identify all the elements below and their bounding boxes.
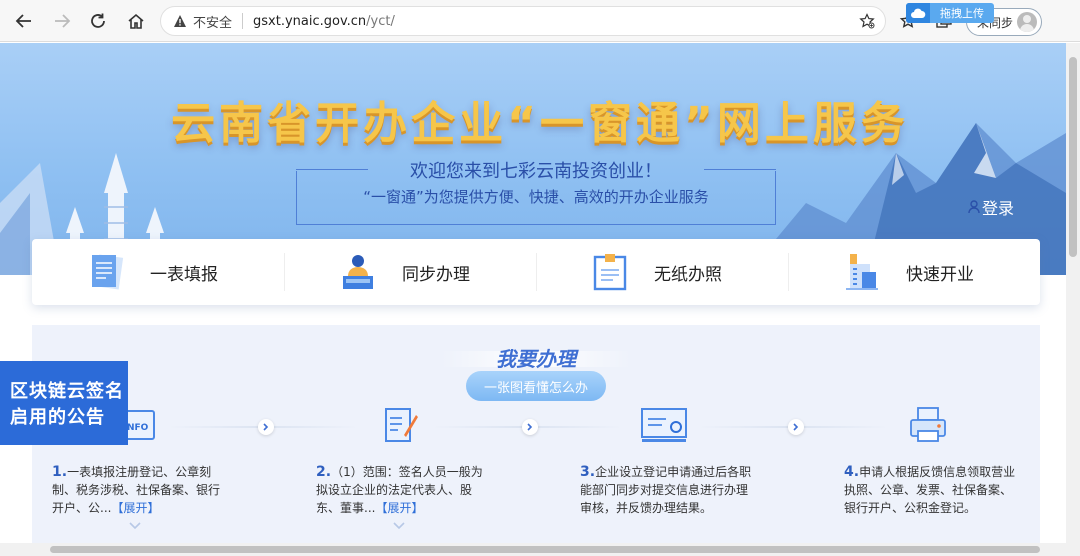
forward-arrow-icon <box>55 14 71 28</box>
sign-form-icon <box>385 408 418 442</box>
printer-icon <box>910 407 946 442</box>
scrollbar-thumb[interactable] <box>1069 57 1077 257</box>
user-icon <box>968 200 980 214</box>
forward-button[interactable] <box>50 9 74 33</box>
hero-title: 云南省开办企业“一窗通”网上服务 <box>171 98 909 149</box>
process-step-1: 1.一表填报注册登记、公章刻制、税务涉税、社保备案、银行开户、公...【展开】 <box>52 463 228 517</box>
welcome-text: 欢迎您来到七彩云南投资创业！ <box>296 157 776 183</box>
feature-item-sync[interactable]: 同步办理 <box>284 239 536 305</box>
back-arrow-icon <box>15 14 31 28</box>
feature-bar: 一表填报 同步办理 无纸办照 快速开业 <box>32 239 1040 305</box>
page-viewport: 云南省开办企业“一窗通”网上服务 欢迎您来到七彩云南投资创业！ “一窗通”为您提… <box>0 43 1066 543</box>
login-link[interactable]: 登录 <box>968 195 1014 219</box>
chevron-right-icon <box>527 423 533 431</box>
refresh-icon <box>91 13 105 28</box>
address-bar[interactable]: 不安全 gsxt.ynaic.gov.cn/yct/ <box>160 6 886 36</box>
feature-label: 同步办理 <box>402 264 470 285</box>
vertical-scrollbar[interactable] <box>1066 43 1080 543</box>
hero-subtitle: “一窗通”为您提供方便、快捷、高效的开办企业服务 <box>363 188 709 206</box>
process-step-3: 3.企业设立登记申请通过后各职能部门同步对提交信息进行办理审核，并反馈办理结果。 <box>580 463 756 517</box>
url-path: /yct/ <box>366 13 395 29</box>
process-step-4: 4.申请人根据反馈信息领取营业执照、公章、发票、社保备案、银行开户、公积金登记。 <box>844 463 1020 517</box>
step-text: 申请人根据反馈信息领取营业执照、公章、发票、社保备案、银行开户、公积金登记。 <box>844 465 1016 515</box>
url-host: gsxt.ynaic.gov.cn <box>253 13 367 29</box>
blockchain-signature-notice[interactable]: 区块链云签名 启用的公告 <box>0 361 128 445</box>
monitor-review-icon <box>641 408 687 442</box>
notice-line-1: 区块链云签名 <box>10 381 124 402</box>
scrollbar-thumb[interactable] <box>50 546 1040 553</box>
notice-line-2: 启用的公告 <box>10 407 105 428</box>
step-arrow <box>788 419 804 435</box>
expand-link[interactable]: 【展开】 <box>375 501 423 515</box>
step-text: 企业设立登记申请通过后各职能部门同步对提交信息进行办理审核，并反馈办理结果。 <box>580 465 752 515</box>
browser-toolbar: 不安全 gsxt.ynaic.gov.cn/yct/ 未同步 拖拽上传 <box>0 0 1080 42</box>
horizontal-scrollbar[interactable] <box>0 543 1080 556</box>
feature-label: 快速开业 <box>906 264 974 285</box>
feature-label: 一表填报 <box>150 264 218 285</box>
step-number: 1. <box>52 464 68 480</box>
chevron-right-icon <box>263 423 269 431</box>
clerk-desk-icon <box>343 255 373 289</box>
feature-item-open[interactable]: 快速开业 <box>788 239 1040 305</box>
process-step-2: 2.（1）范围：签名人员一般为拟设立企业的法定代表人、股东、董事...【展开】 <box>316 463 492 517</box>
home-button[interactable] <box>124 9 148 33</box>
favorite-star-icon[interactable] <box>859 13 875 29</box>
step-number: 3. <box>580 464 596 480</box>
chevron-right-icon <box>793 423 799 431</box>
chevron-down-icon <box>129 522 141 530</box>
drag-upload-widget[interactable]: 拖拽上传 <box>906 3 994 23</box>
cloud-upload-icon <box>906 3 930 23</box>
address-divider <box>242 13 244 29</box>
insecure-label: 不安全 <box>193 15 233 31</box>
step-number: 2. <box>316 464 332 480</box>
feature-label: 无纸办照 <box>654 264 722 285</box>
step-arrow <box>258 419 274 435</box>
avatar <box>1017 12 1037 32</box>
upload-widget-label: 拖拽上传 <box>940 7 984 20</box>
feature-item-form[interactable]: 一表填报 <box>32 239 284 305</box>
process-section: 我要办理 一张图看懂怎么办 INFO 1.一表填报注册登记、公章刻制、税务涉税、… <box>32 325 1040 543</box>
feature-item-paperless[interactable]: 无纸办照 <box>536 239 788 305</box>
warning-triangle-icon <box>174 15 186 27</box>
license-certificate-icon <box>593 254 627 291</box>
building-icon <box>846 254 878 290</box>
login-label: 登录 <box>982 199 1015 218</box>
expand-link[interactable]: 【展开】 <box>111 501 159 515</box>
home-icon <box>128 13 144 29</box>
guide-chart-button[interactable]: 一张图看懂怎么办 <box>466 371 606 401</box>
step-arrow <box>522 419 538 435</box>
chevron-down-icon <box>393 522 405 530</box>
step-number: 4. <box>844 464 860 480</box>
refresh-button[interactable] <box>86 9 110 33</box>
process-title: 我要办理 <box>496 347 576 371</box>
back-button[interactable] <box>12 9 36 33</box>
form-document-icon <box>92 254 124 290</box>
